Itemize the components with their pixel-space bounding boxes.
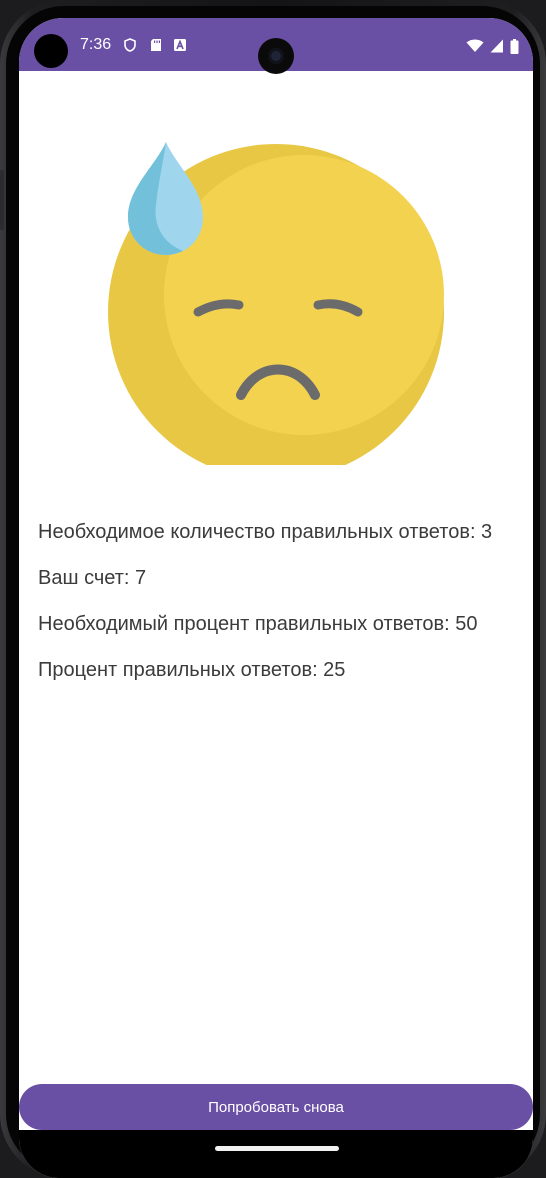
home-indicator[interactable] [215, 1146, 339, 1151]
sad-sweat-emoji-icon [108, 142, 444, 465]
required-percent-text: Необходимый процент правильных ответов: … [38, 613, 478, 635]
signal-icon [490, 39, 503, 53]
side-button [0, 170, 4, 230]
status-time: 7:36 [80, 36, 112, 53]
app-screen: 7:36 Необходимое количество правильных о… [19, 18, 533, 1178]
results-section: Необходимое количество правильных ответо… [38, 520, 518, 704]
status-bar: 7:36 [19, 18, 533, 74]
retry-button[interactable]: Попробовать снова [19, 1084, 533, 1130]
a-letter-icon [174, 39, 186, 51]
sd-card-icon [151, 39, 161, 51]
wifi-icon [466, 39, 484, 52]
shield-icon [124, 38, 136, 52]
phone-device: 7:36 Необходимое количество правильных о… [0, 0, 546, 1178]
punch-hole [34, 34, 68, 68]
front-camera [258, 38, 294, 74]
battery-icon [510, 38, 519, 54]
system-indicators [466, 38, 519, 54]
navigation-bar [19, 1130, 533, 1178]
percent-correct-text: Процент правильных ответов: 25 [38, 659, 346, 681]
required-correct-text: Необходимое количество правильных ответо… [38, 521, 493, 543]
score-text: Ваш счет: 7 [38, 567, 147, 589]
emoji-face [164, 155, 444, 435]
